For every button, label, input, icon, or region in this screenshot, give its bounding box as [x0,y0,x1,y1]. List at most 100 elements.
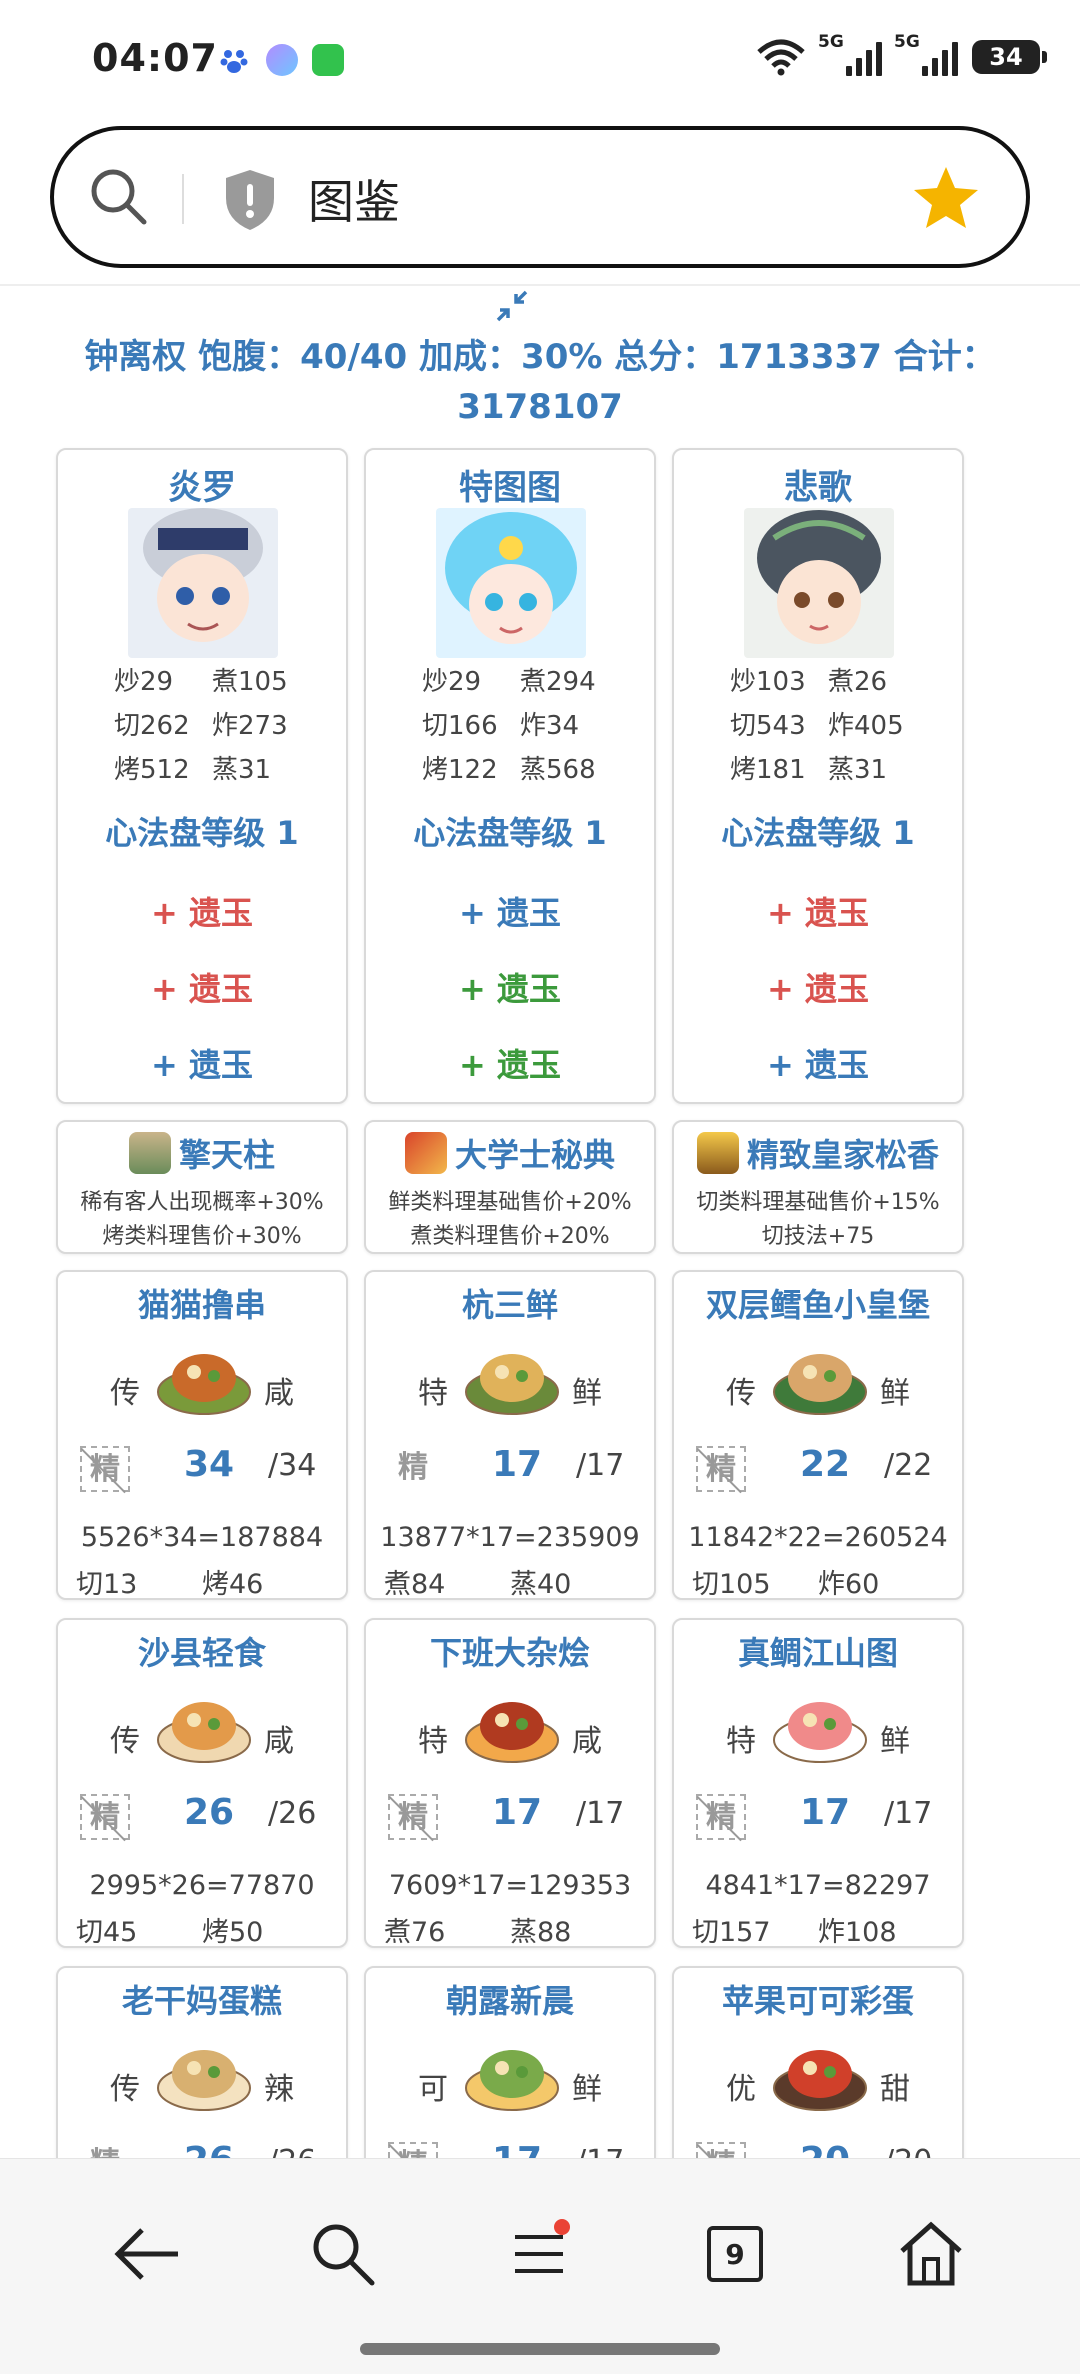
chef-card[interactable]: 特图图 炒29 煮294 切166 炸34 烤122 蒸568 心法盘等级 1 + 遗… [364,448,656,1104]
bottom-navigation: 9 [0,2158,1080,2374]
status-indicators: 5G 5G 34 [756,32,1047,76]
dish-card[interactable]: 沙县轻食传 咸精 26/26 2995*26=77870 切45 烤50 [56,1618,348,1948]
dish-name: 杭三鲜 [461,1286,558,1324]
back-arrow-icon [114,2228,178,2280]
chef-stats: 炒103 煮26 切543 炸405 烤181 蒸31 [730,667,904,785]
score-summary: 钟离权 饱腹：40/40 加成：30% 总分：1713337 合计： 31781… [40,332,1040,432]
search-input[interactable]: 图鉴 [308,166,400,232]
home-icon [900,2221,962,2286]
refine-toggle[interactable]: 精 [80,1794,130,1840]
heart-disc-level[interactable]: 心法盘等级 1 [674,808,962,854]
jade-slot-button[interactable]: + 遗玉 [366,888,654,934]
dish-max-quantity: /17 [884,1796,933,1831]
skill-req: 蒸88 [510,1917,572,1948]
jade-slot-button[interactable]: + 遗玉 [674,1040,962,1086]
equip-effect: 煮类料理售价+20% [410,1224,610,1249]
dish-card[interactable]: 老干妈蛋糕传 辣精 26/26 [56,1966,348,2158]
signal-icon-1: 5G [818,32,882,76]
jade-slot-button[interactable]: + 遗玉 [58,1040,346,1086]
pillar-equip-icon [128,1132,171,1174]
heart-disc-level[interactable]: 心法盘等级 1 [366,808,654,854]
dish-max-quantity: /17 [576,1796,625,1831]
dish-card[interactable]: 猫猫撸串传 咸精 34/34 5526*34=187884 切13 烤46 [56,1270,348,1600]
jade-slot-button[interactable]: + 遗玉 [58,964,346,1010]
dish-name: 老干妈蛋糕 [121,1982,282,2020]
dish-name: 猫猫撸串 [137,1286,266,1324]
chef-avatar [436,508,586,658]
jade-slot-button[interactable]: + 遗玉 [58,888,346,934]
dish-rarity: 可 [418,2072,448,2107]
skill-req: 炸60 [818,1569,880,1600]
menu-button[interactable] [494,2209,584,2299]
equip-effect: 烤类料理售价+30% [102,1224,302,1249]
refine-toggle[interactable]: 精 [388,1446,438,1492]
jade-slot-button[interactable]: + 遗玉 [674,964,962,1010]
refine-toggle[interactable]: 精 [696,1794,746,1840]
skill-req: 煮84 [384,1569,446,1600]
dish-quantity[interactable]: 26 [184,1792,234,1833]
dish-card[interactable]: 苹果可可彩蛋优 甜精 20/20 [672,1966,964,2158]
heart-disc-level[interactable]: 心法盘等级 1 [58,808,346,854]
dish-image-icon [773,2050,867,2111]
dish-quantity[interactable]: 34 [184,1444,234,1485]
refine-toggle[interactable]: 精 [80,2142,130,2158]
skill-req: 烤46 [202,1569,264,1600]
refine-toggle[interactable]: 精 [388,1794,438,1840]
menu-icon [515,2235,563,2273]
star-icon[interactable] [912,164,980,232]
dish-rarity: 传 [110,1376,140,1411]
equip-card[interactable]: 精致皇家松香 切类料理基础售价+15% 切技法+75 [672,1120,964,1254]
refine-toggle[interactable]: 精 [696,1446,746,1492]
dish-skill-reqs: 切45 烤50 [76,1910,328,1949]
dish-quantity[interactable]: 17 [492,1444,542,1485]
collapse-icon[interactable] [494,288,530,324]
dish-card[interactable]: 朝露新晨可 鲜精 17/17 [364,1966,656,2158]
dish-max-quantity: /26 [268,1796,317,1831]
dish-taste: 甜 [880,2072,910,2107]
shield-warning-icon[interactable] [222,168,278,232]
dish-rarity: 特 [418,1724,448,1759]
dish-quantity[interactable]: 20 [800,2140,850,2158]
equip-card[interactable]: 擎天柱 稀有客人出现概率+30% 烤类料理售价+30% [56,1120,348,1254]
search-icon [313,2224,375,2286]
jade-slot-button[interactable]: + 遗玉 [674,888,962,934]
dish-rarity: 传 [110,1724,140,1759]
dish-quantity[interactable]: 17 [800,1792,850,1833]
dish-max-quantity: /17 [576,1448,625,1483]
home-button[interactable] [886,2209,976,2299]
dish-score-calc: 7609*17=129353 [388,1870,632,1901]
equip-effect: 切类料理基础售价+15% [696,1190,940,1215]
wifi-icon [757,39,805,76]
dish-quantity[interactable]: 22 [800,1444,850,1485]
back-button[interactable] [102,2209,192,2299]
tabs-button[interactable]: 9 [690,2209,780,2299]
dish-image-icon [465,1354,559,1415]
search-divider [182,174,184,224]
skill-req: 切157 [692,1917,771,1948]
dish-quantity[interactable]: 26 [184,2140,234,2158]
dish-quantity[interactable]: 17 [492,2140,542,2158]
dish-taste: 咸 [264,1724,294,1759]
refine-toggle[interactable]: 精 [80,1446,130,1492]
dish-score-calc: 5526*34=187884 [80,1522,324,1553]
dish-quantity[interactable]: 17 [492,1792,542,1833]
chef-card[interactable]: 炎罗 炒29 煮105 切262 炸273 烤512 蒸31 心法盘等级 1 + 遗玉… [56,448,348,1104]
home-indicator[interactable] [360,2343,720,2355]
equip-card[interactable]: 大学士秘典 鲜类料理基础售价+20% 煮类料理售价+20% [364,1120,656,1254]
dish-image-icon [465,2050,559,2111]
search-icon[interactable] [84,162,154,232]
refine-toggle[interactable]: 精 [388,2142,438,2158]
dish-card[interactable]: 双层鳕鱼小皇堡传 鲜精 22/22 11842*22=260524 切105 炸60 [672,1270,964,1600]
jade-slot-button[interactable]: + 遗玉 [366,964,654,1010]
dish-image-icon [773,1354,867,1415]
search-button[interactable] [298,2209,388,2299]
address-bar[interactable]: 图鉴 [50,126,1030,268]
dish-card[interactable]: 杭三鲜特 鲜精 17/17 13877*17=235909 煮84 蒸40 [364,1270,656,1600]
dish-card[interactable]: 真鲷江山图特 鲜精 17/17 4841*17=82297 切157 炸108 [672,1618,964,1948]
dish-card[interactable]: 下班大杂烩特 咸精 17/17 7609*17=129353 煮76 蒸88 [364,1618,656,1948]
signal-icon-2: 5G [894,32,958,76]
chef-card[interactable]: 悲歌 炒103 煮26 切543 炸405 烤181 蒸31 心法盘等级 1 + 遗玉… [672,448,964,1104]
jade-slot-button[interactable]: + 遗玉 [366,1040,654,1086]
refine-toggle[interactable]: 精 [696,2142,746,2158]
dish-image-icon [773,1702,867,1763]
